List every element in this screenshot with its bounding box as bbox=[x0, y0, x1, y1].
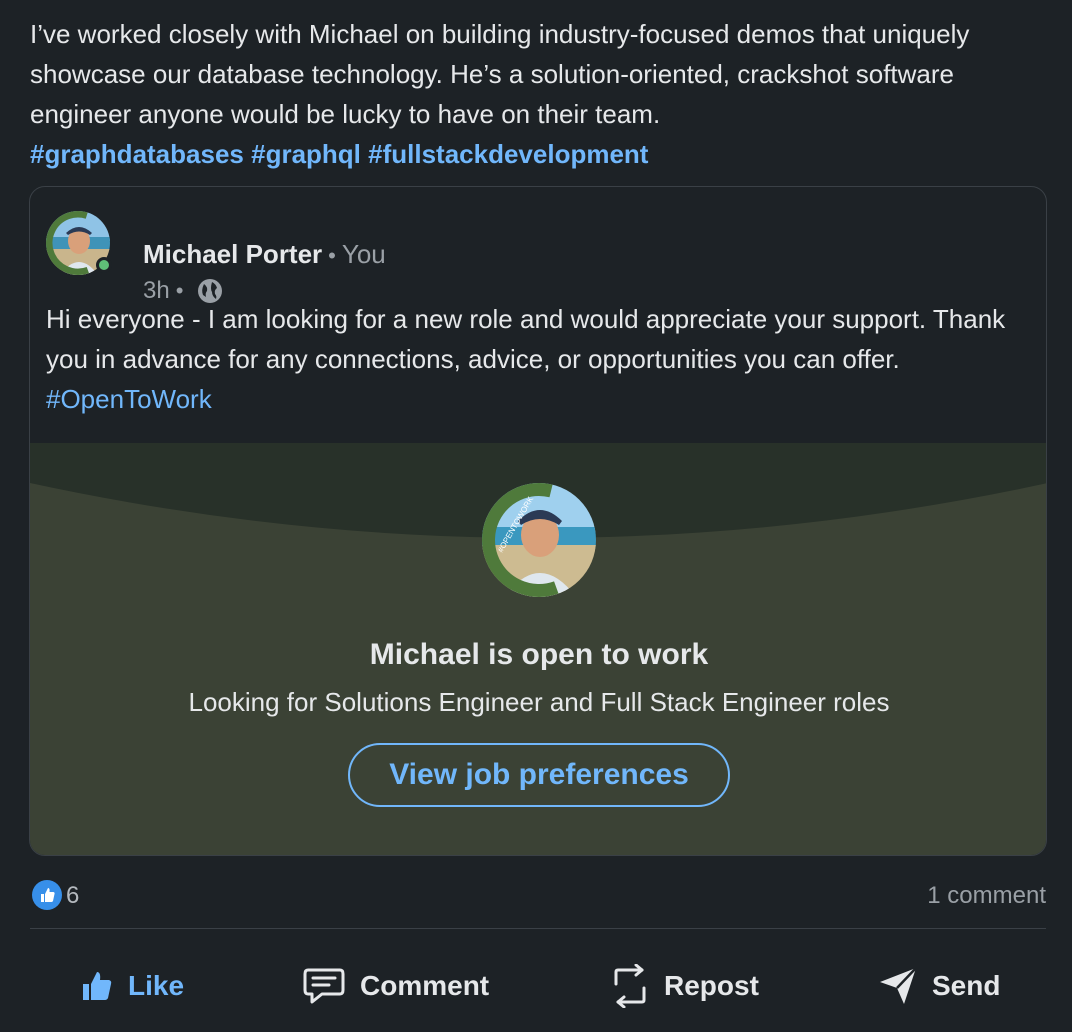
author-name[interactable]: Michael Porter bbox=[143, 239, 322, 269]
comment-count[interactable]: 1 comment bbox=[927, 882, 1046, 910]
view-job-preferences-button[interactable]: View job preferences bbox=[348, 743, 730, 807]
send-label: Send bbox=[932, 970, 1001, 1001]
action-bar: Like Comment Repost Send bbox=[0, 950, 1072, 1022]
author-relation: You bbox=[341, 239, 386, 269]
shared-author-name-line: Michael Porter • You bbox=[143, 239, 386, 270]
post-text: I’ve worked closely with Michael on buil… bbox=[30, 14, 1040, 174]
repost-icon bbox=[614, 964, 646, 1008]
shared-post-card[interactable]: Michael Porter • You 3h • Hi everyone - I … bbox=[29, 186, 1047, 856]
open-to-work-avatar[interactable]: #OPENTOWORK bbox=[482, 483, 596, 597]
hashtag-graphdatabases[interactable]: #graphdatabases bbox=[30, 139, 244, 169]
comment-button[interactable]: Comment bbox=[302, 950, 489, 1022]
comment-label: Comment bbox=[360, 970, 490, 1001]
bullet-separator: • bbox=[328, 243, 336, 268]
comment-icon bbox=[303, 968, 345, 1004]
open-to-work-panel: #OPENTOWORK Michael is open to work Look… bbox=[30, 443, 1046, 855]
like-button[interactable]: Like bbox=[80, 950, 184, 1022]
like-reaction-icon[interactable] bbox=[32, 880, 62, 910]
send-button[interactable]: Send bbox=[878, 950, 1000, 1022]
repost-button[interactable]: Repost bbox=[610, 950, 759, 1022]
divider bbox=[30, 928, 1046, 929]
open-to-work-title: Michael is open to work bbox=[369, 638, 709, 671]
hashtag-fullstackdevelopment[interactable]: #fullstackdevelopment bbox=[368, 139, 648, 169]
hashtag-graphql[interactable]: #graphql bbox=[251, 139, 361, 169]
hashtag-opentowork[interactable]: #OpenToWork bbox=[46, 384, 212, 414]
repost-label: Repost bbox=[664, 970, 759, 1001]
send-icon bbox=[880, 967, 917, 1004]
online-status-dot bbox=[96, 257, 112, 273]
thumbs-up-icon bbox=[83, 972, 112, 1000]
open-to-work-subtitle: Looking for Solutions Engineer and Full … bbox=[188, 687, 890, 717]
post-body: I’ve worked closely with Michael on buil… bbox=[30, 19, 970, 129]
shared-post-body: Hi everyone - I am looking for a new rol… bbox=[46, 304, 1006, 374]
shared-post-text: Hi everyone - I am looking for a new rol… bbox=[46, 299, 1036, 419]
like-label: Like bbox=[128, 970, 185, 1001]
reaction-count[interactable]: 6 bbox=[66, 882, 79, 910]
social-counts: 6 1 comment bbox=[30, 876, 1046, 914]
